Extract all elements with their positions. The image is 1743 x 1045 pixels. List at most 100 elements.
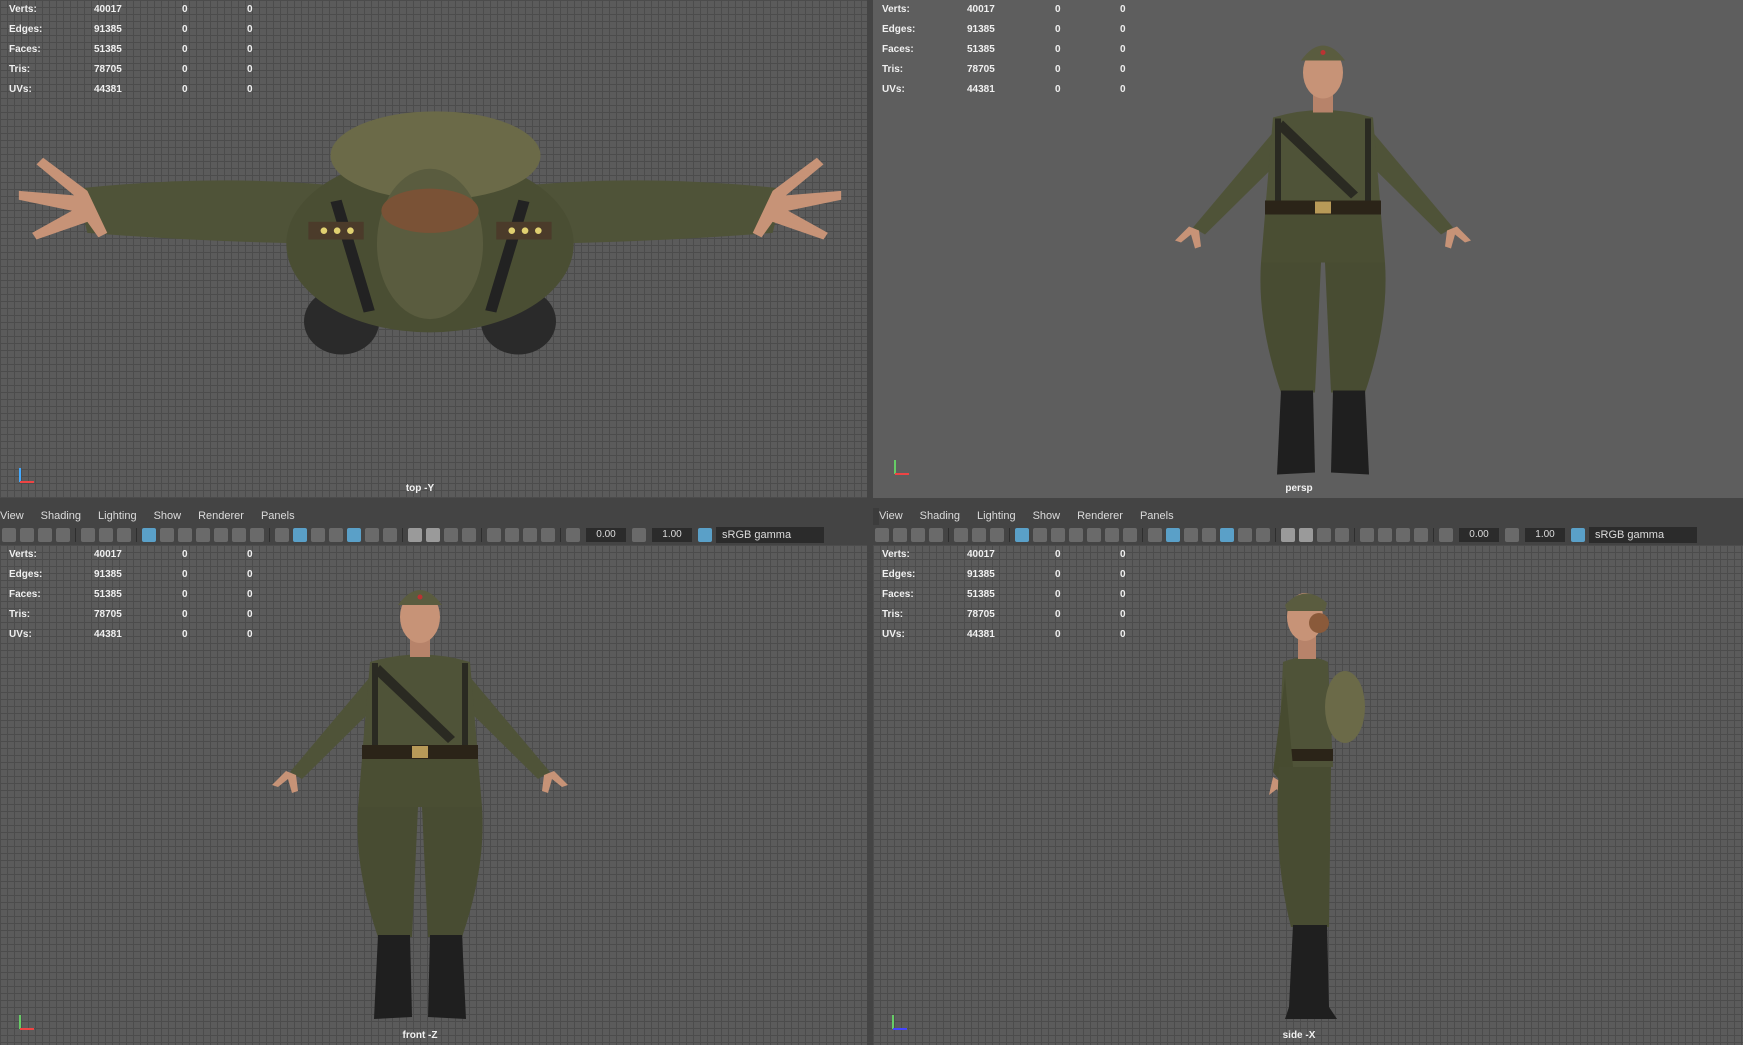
- color-space-select[interactable]: sRGB gamma: [716, 527, 824, 543]
- camera-attributes-icon[interactable]: [893, 528, 907, 542]
- menu-panels[interactable]: Panels: [261, 510, 295, 522]
- grid-icon[interactable]: [1015, 528, 1029, 542]
- grease-pencil-icon[interactable]: [81, 528, 95, 542]
- exposure-field[interactable]: 0.00: [1459, 528, 1499, 542]
- textured-icon[interactable]: [1220, 528, 1234, 542]
- safe-title-icon[interactable]: [1123, 528, 1137, 542]
- gamma-icon[interactable]: [1505, 528, 1519, 542]
- menu-show[interactable]: Show: [154, 510, 182, 522]
- lights-icon[interactable]: [1238, 528, 1252, 542]
- hud-row-verts: Verts: 40017 0 0: [873, 0, 1133, 20]
- xray-icon[interactable]: [505, 528, 519, 542]
- safe-title-icon[interactable]: [250, 528, 264, 542]
- character-model-top[interactable]: [10, 110, 850, 400]
- depth-of-field-icon[interactable]: [462, 528, 476, 542]
- safe-action-icon[interactable]: [232, 528, 246, 542]
- bookmark-icon[interactable]: [56, 528, 70, 542]
- menu-panels[interactable]: Panels: [1140, 510, 1174, 522]
- menu-renderer[interactable]: Renderer: [198, 510, 244, 522]
- gamma-icon[interactable]: [632, 528, 646, 542]
- gamma-field[interactable]: 1.00: [652, 528, 692, 542]
- field-chart-icon[interactable]: [214, 528, 228, 542]
- camera-icon[interactable]: [875, 528, 889, 542]
- gate-mask-icon[interactable]: [1069, 528, 1083, 542]
- isolate-select-icon[interactable]: [1360, 528, 1374, 542]
- color-management-icon[interactable]: [1571, 528, 1585, 542]
- xray-joints-icon[interactable]: [523, 528, 537, 542]
- smooth-shade-icon[interactable]: [1166, 528, 1180, 542]
- anti-aliasing-icon[interactable]: [1317, 528, 1331, 542]
- exposure-icon[interactable]: [1439, 528, 1453, 542]
- pan-zoom-icon[interactable]: [99, 528, 113, 542]
- character-model-front[interactable]: [250, 557, 590, 1037]
- color-management-icon[interactable]: [698, 528, 712, 542]
- menu-lighting[interactable]: Lighting: [98, 510, 137, 522]
- hud-value: 51385: [967, 589, 995, 600]
- lights-icon[interactable]: [365, 528, 379, 542]
- image-plane-icon[interactable]: [38, 528, 52, 542]
- backface-culling-icon[interactable]: [1414, 528, 1428, 542]
- menu-renderer[interactable]: Renderer: [1077, 510, 1123, 522]
- textured-icon[interactable]: [347, 528, 361, 542]
- gate-mask-icon[interactable]: [196, 528, 210, 542]
- bookmark-icon[interactable]: [929, 528, 943, 542]
- image-plane-icon[interactable]: [911, 528, 925, 542]
- shadows-icon[interactable]: [383, 528, 397, 542]
- smooth-shade-icon[interactable]: [293, 528, 307, 542]
- ambient-occlusion-icon[interactable]: [408, 528, 422, 542]
- resolution-gate-icon[interactable]: [178, 528, 192, 542]
- camera-label: top -Y: [405, 483, 435, 494]
- gamma-field[interactable]: 1.00: [1525, 528, 1565, 542]
- character-model-side[interactable]: [1133, 557, 1473, 1037]
- resolution-gate-icon[interactable]: [1051, 528, 1065, 542]
- wireframe-on-shaded-icon[interactable]: [329, 528, 343, 542]
- hud-value: 0: [247, 24, 253, 35]
- wireframe-icon[interactable]: [1148, 528, 1162, 542]
- viewport-front[interactable]: Verts: 40017 0 0 Edges: 91385 0 0 Faces: 51385 0…: [0, 545, 867, 1045]
- brush-icon[interactable]: [990, 528, 1004, 542]
- xray-icon[interactable]: [1378, 528, 1392, 542]
- shadows-icon[interactable]: [1256, 528, 1270, 542]
- axis-gizmo-icon: [19, 468, 34, 483]
- film-gate-icon[interactable]: [1033, 528, 1047, 542]
- wireframe-on-shaded-icon[interactable]: [1202, 528, 1216, 542]
- color-space-select[interactable]: sRGB gamma: [1589, 527, 1697, 543]
- grease-pencil-icon[interactable]: [954, 528, 968, 542]
- default-material-icon[interactable]: [1184, 528, 1198, 542]
- character-model-persp[interactable]: [1153, 20, 1493, 485]
- camera-icon[interactable]: [2, 528, 16, 542]
- ambient-occlusion-icon[interactable]: [1281, 528, 1295, 542]
- motion-blur-icon[interactable]: [1299, 528, 1313, 542]
- viewport-side[interactable]: Verts: 40017 0 0 Edges: 91385 0 0 Faces: 51385 0…: [873, 545, 1743, 1045]
- film-gate-icon[interactable]: [160, 528, 174, 542]
- anti-aliasing-icon[interactable]: [444, 528, 458, 542]
- exposure-field[interactable]: 0.00: [586, 528, 626, 542]
- menu-view[interactable]: View: [0, 510, 24, 522]
- camera-attributes-icon[interactable]: [20, 528, 34, 542]
- menu-shading[interactable]: Shading: [920, 510, 960, 522]
- menu-lighting[interactable]: Lighting: [977, 510, 1016, 522]
- menu-show[interactable]: Show: [1033, 510, 1061, 522]
- menu-view[interactable]: View: [879, 510, 903, 522]
- hud-row-verts: Verts: 40017 0 0: [873, 545, 1133, 565]
- wireframe-icon[interactable]: [275, 528, 289, 542]
- safe-action-icon[interactable]: [1105, 528, 1119, 542]
- hud-label: Faces:: [9, 589, 41, 600]
- hud-value: 0: [182, 4, 188, 15]
- default-material-icon[interactable]: [311, 528, 325, 542]
- viewport-persp[interactable]: Verts: 40017 0 0 Edges: 91385 0 0 Faces: 51385 0…: [873, 0, 1743, 498]
- hud-value: 44381: [967, 629, 995, 640]
- isolate-select-icon[interactable]: [487, 528, 501, 542]
- motion-blur-icon[interactable]: [426, 528, 440, 542]
- grid-icon[interactable]: [142, 528, 156, 542]
- brush-icon[interactable]: [117, 528, 131, 542]
- toolbar-separator: [1142, 528, 1143, 542]
- backface-culling-icon[interactable]: [541, 528, 555, 542]
- exposure-icon[interactable]: [566, 528, 580, 542]
- depth-of-field-icon[interactable]: [1335, 528, 1349, 542]
- field-chart-icon[interactable]: [1087, 528, 1101, 542]
- viewport-top[interactable]: Verts: 40017 0 0 Edges: 91385 0 0 Faces: 51385 0…: [0, 0, 867, 498]
- menu-shading[interactable]: Shading: [41, 510, 81, 522]
- pan-zoom-icon[interactable]: [972, 528, 986, 542]
- xray-joints-icon[interactable]: [1396, 528, 1410, 542]
